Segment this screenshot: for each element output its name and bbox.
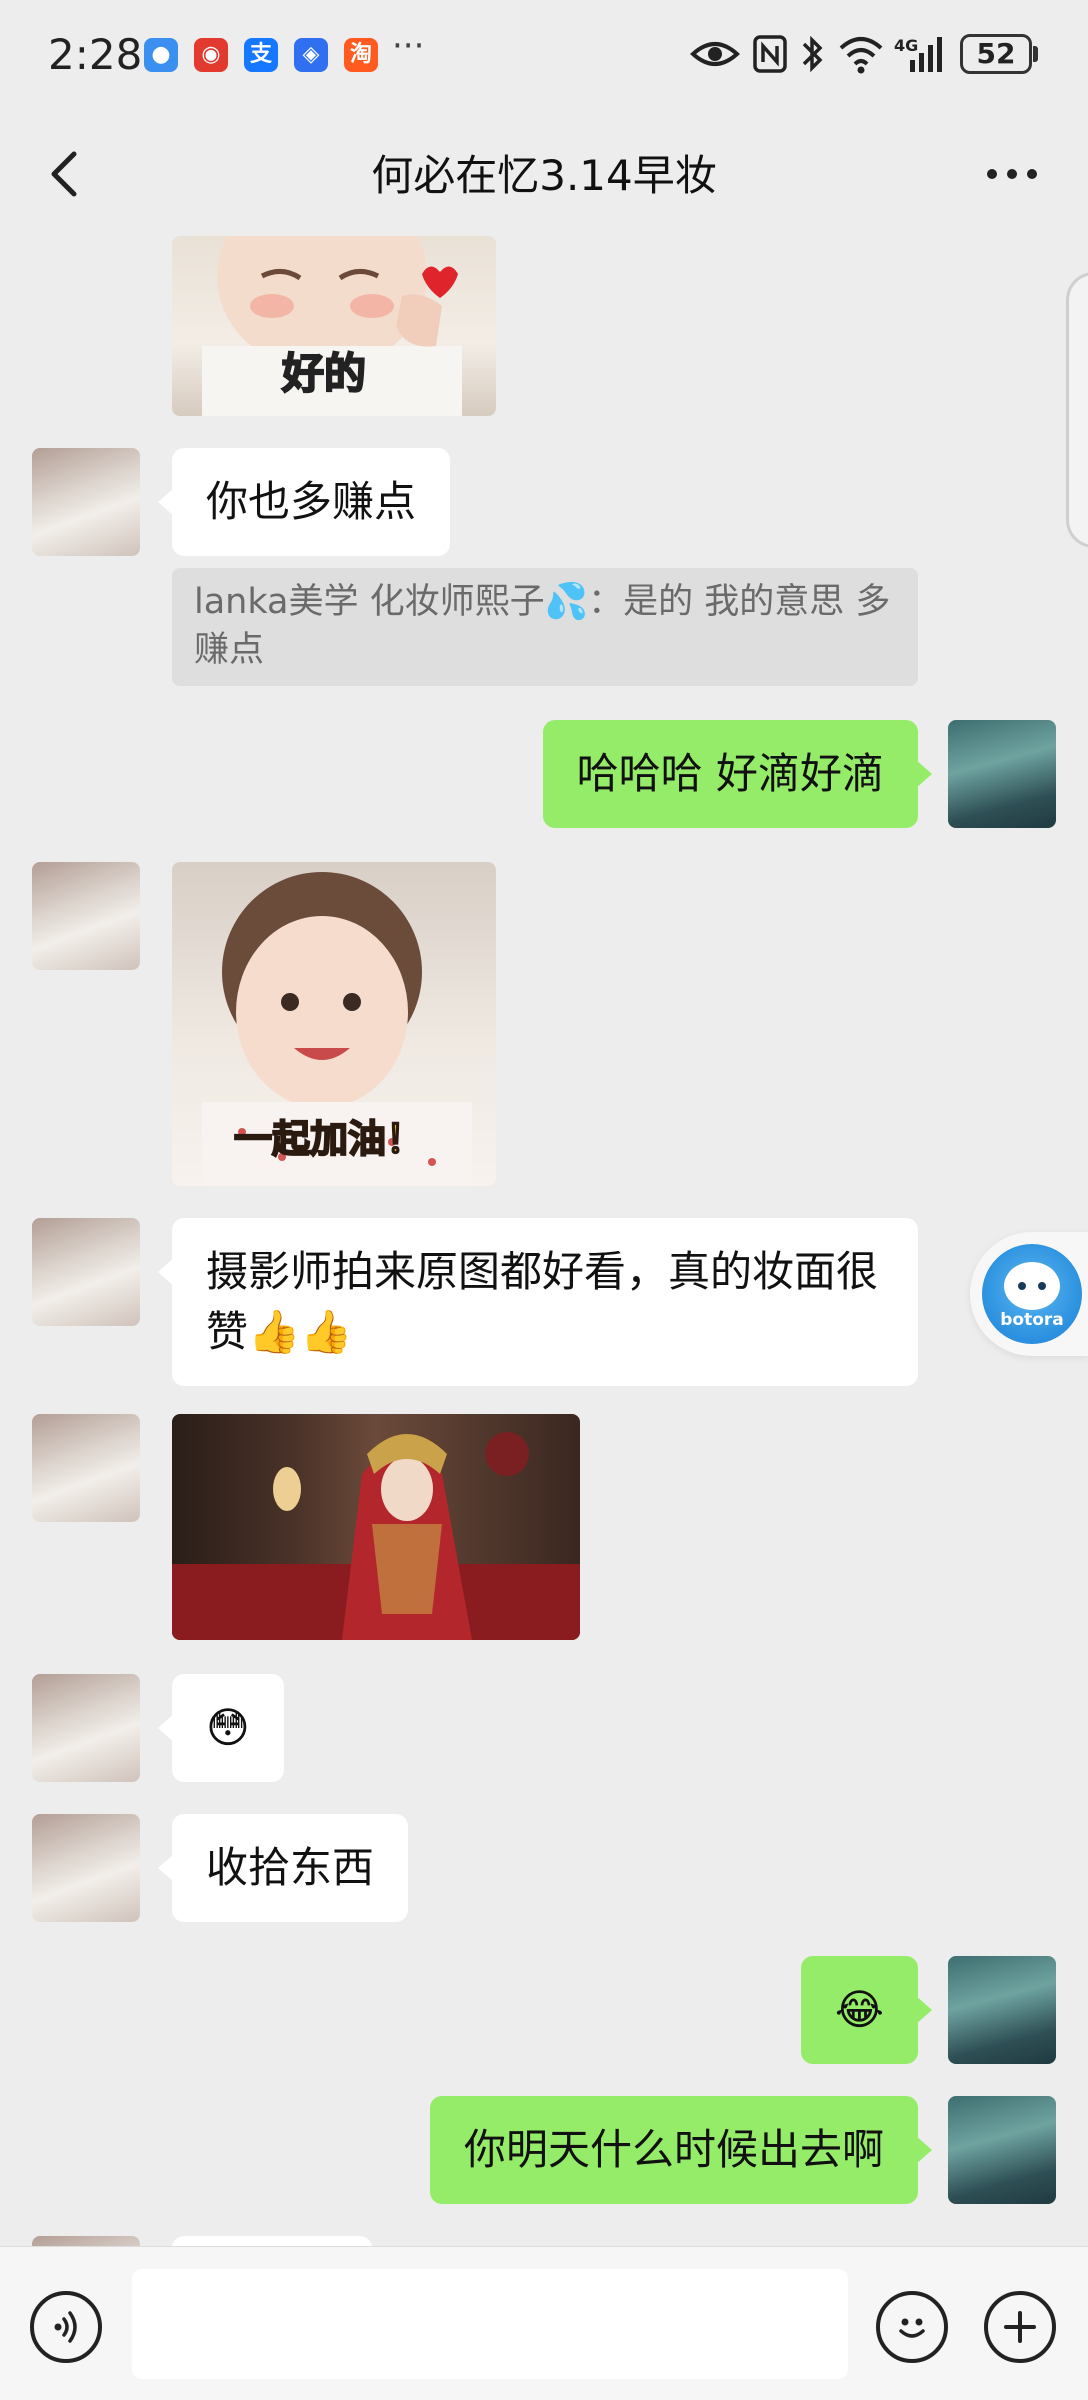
battery-tip (1033, 46, 1038, 62)
contact-avatar[interactable] (32, 1674, 140, 1782)
message-input-bar (0, 2246, 1088, 2400)
side-drawer-handle[interactable] (1066, 272, 1088, 548)
sheep-mascot-icon: botora (982, 1244, 1082, 1344)
nfc-icon (753, 35, 787, 73)
message-bubble[interactable]: 收拾东西 (157, 1814, 409, 1922)
contact-avatar[interactable] (32, 1814, 140, 1922)
my-avatar[interactable] (948, 720, 1056, 828)
chat-message-list[interactable]: 好的 你也多赚点 lanka美学 化妆师熙子💦：是的 我的意思 多赚点 哈哈哈 … (0, 236, 1088, 2246)
bulb-app-icon: ◈ (294, 38, 328, 72)
quoted-reply[interactable]: lanka美学 化妆师熙子💦：是的 我的意思 多赚点 (172, 568, 918, 686)
voice-input-button[interactable] (30, 2291, 102, 2363)
weibo-app-icon: ◉ (194, 38, 228, 72)
contact-avatar[interactable] (32, 2236, 140, 2246)
message-bubble[interactable]: 😂 (800, 1956, 933, 2064)
message-text: 摄影师拍来原图都好看，真的妆面很赞👍👍 (206, 1247, 879, 1356)
message-bubble-partial[interactable] (172, 2236, 372, 2246)
wifi-icon (839, 37, 883, 74)
message-bubble[interactable]: 摄影师拍来原图都好看，真的妆面很赞👍👍 (158, 1218, 918, 1386)
contact-avatar[interactable] (32, 448, 140, 556)
message-text: 你明天什么时候出去啊 (463, 2125, 884, 2174)
emoji-button[interactable] (876, 2291, 948, 2363)
contact-avatar[interactable] (32, 1218, 140, 1326)
message-text: 你也多赚点 (206, 477, 417, 526)
smiley-icon (899, 2318, 925, 2338)
sheep-face-graphic (1004, 1262, 1060, 1310)
sticker-caption: 好的 (281, 348, 367, 399)
eye-icon (690, 42, 740, 66)
message-text: 收拾东西 (206, 1843, 375, 1892)
message-app-icon: ● (144, 38, 178, 72)
signal-icon (910, 37, 942, 72)
message-bubble[interactable]: 你也多赚点 (157, 448, 451, 556)
message-emoji: 😂 (834, 1985, 884, 2034)
bluetooth-icon (802, 35, 823, 73)
message-bubble[interactable]: 😳 (158, 1674, 284, 1782)
plus-icon (1004, 2311, 1036, 2343)
sticker-caption: 一起加油！ (233, 1116, 425, 1162)
battery-indicator: 52 (960, 34, 1032, 74)
more-notifications-icon: ··· (392, 26, 425, 66)
photo-image[interactable] (172, 1414, 580, 1640)
voice-wave-icon (54, 2311, 77, 2343)
quoted-text: lanka美学 化妆师熙子💦：是的 我的意思 多赚点 (194, 582, 891, 670)
sticker-image[interactable]: 一起加油！ (172, 862, 496, 1186)
more-functions-button[interactable] (984, 2291, 1056, 2363)
my-avatar[interactable] (948, 1956, 1056, 2064)
message-bubble[interactable]: 哈哈哈 好滴好滴 (542, 720, 933, 828)
more-options-icon[interactable] (980, 146, 1044, 202)
message-bubble[interactable]: 你明天什么时候出去啊 (429, 2096, 933, 2204)
status-bar: 2:28 ● ◉ 支 ◈ 淘 ··· 4G 52 (0, 0, 1088, 112)
contact-avatar[interactable] (32, 862, 140, 970)
message-text: 哈哈哈 好滴好滴 (576, 749, 884, 798)
chat-title: 何必在忆3.14早妆 (371, 151, 717, 200)
message-emoji: 😳 (206, 1703, 250, 1752)
message-text-input[interactable] (132, 2269, 848, 2379)
floating-badge-text: botora (1000, 1310, 1064, 1330)
status-time: 2:28 (48, 30, 143, 79)
taobao-app-icon: 淘 (344, 38, 378, 72)
sticker-image[interactable]: 好的 (172, 236, 496, 416)
chat-header: 何必在忆3.14早妆 (0, 112, 1088, 236)
contact-avatar[interactable] (32, 1414, 140, 1522)
my-avatar[interactable] (948, 2096, 1056, 2204)
floating-assistant-button[interactable]: botora (970, 1232, 1088, 1356)
alipay-app-icon: 支 (244, 38, 278, 72)
bridal-photo-graphic (172, 1432, 580, 1640)
